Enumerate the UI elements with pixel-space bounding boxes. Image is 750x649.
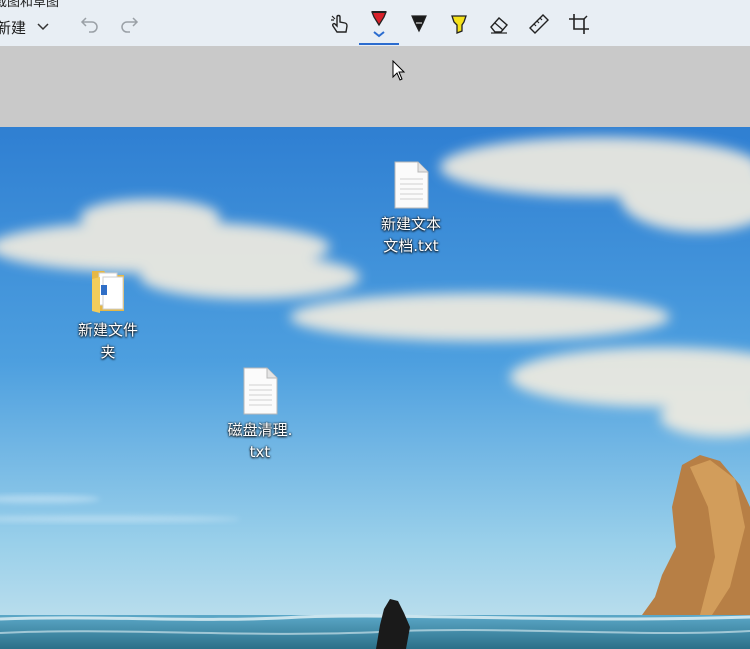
desktop-icon-label: 文档.txt [383, 237, 439, 255]
desktop-icon-label: txt [249, 443, 271, 461]
desktop-icon-label: 磁盘清理. [227, 421, 293, 439]
touch-writing-icon[interactable] [328, 12, 352, 36]
eraser-icon[interactable] [487, 12, 511, 36]
folder-icon [92, 271, 124, 313]
ruler-icon[interactable] [527, 12, 551, 36]
new-button[interactable]: 新建 [0, 15, 50, 39]
desktop-icon-text-doc[interactable]: 新建文本 文档.txt [366, 161, 456, 257]
active-tool-indicator [359, 43, 399, 45]
new-button-label: 新建 [0, 18, 27, 37]
text-file-icon [243, 367, 278, 415]
desktop-icon-label: 夹 [100, 343, 116, 361]
desktop-icon-label: 新建文本 [380, 215, 441, 233]
capture-overlay [0, 46, 750, 127]
highlighter-icon[interactable] [447, 12, 471, 36]
ballpoint-pen-icon[interactable] [367, 11, 391, 38]
undo-icon[interactable] [78, 12, 102, 36]
desktop-icon-new-folder[interactable]: 新建文件 夹 [63, 265, 153, 363]
crop-icon[interactable] [567, 12, 591, 36]
text-file-icon [394, 161, 429, 209]
desktop-wallpaper: 新建文本 文档.txt 新建文件 夹 磁盘清理. txt [0, 127, 750, 649]
desktop-icon-disk-cleanup[interactable]: 磁盘清理. txt [215, 367, 305, 463]
pencil-icon[interactable] [407, 12, 431, 36]
desktop-icon-label: 新建文件 [77, 321, 138, 339]
chevron-down-icon[interactable] [36, 22, 50, 32]
snip-toolbar: 截图和草图 新建 [0, 0, 750, 46]
mouse-pointer-icon [392, 60, 406, 81]
window-title: 截图和草图 [0, 0, 60, 10]
redo-icon[interactable] [117, 12, 141, 36]
